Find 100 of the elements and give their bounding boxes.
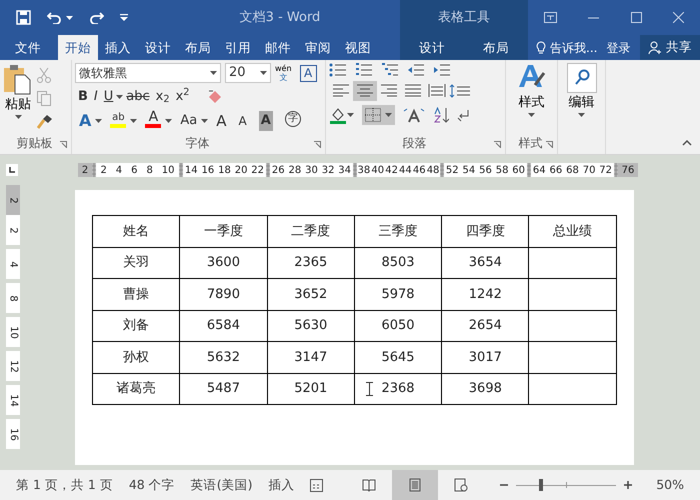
ribbon-display-icon[interactable] (544, 12, 557, 23)
decrease-indent-icon[interactable] (407, 63, 425, 77)
numbering-icon[interactable] (355, 63, 373, 77)
font-size-combo[interactable]: 20 (225, 63, 271, 83)
tab-selector[interactable] (6, 164, 18, 176)
caret-icon[interactable] (347, 113, 354, 117)
dialog-launcher-icon[interactable] (314, 141, 321, 148)
caret-icon[interactable] (130, 119, 138, 123)
character-border-button[interactable]: A (300, 64, 317, 82)
dialog-launcher-icon[interactable] (60, 141, 67, 148)
editing-button[interactable]: 编辑 (566, 63, 596, 116)
search-icon (566, 63, 596, 93)
ruler-number: 14 (6, 394, 20, 406)
ribbon-tab[interactable]: 开始 (58, 35, 98, 60)
format-button[interactable]: abc (123, 87, 153, 107)
caret-icon[interactable] (165, 119, 172, 123)
shading-icon[interactable] (329, 106, 347, 124)
font-name-combo[interactable]: 微软雅黑 (75, 63, 221, 83)
text-button[interactable]: Aa (176, 111, 202, 131)
bullets-icon[interactable] (329, 63, 347, 77)
borders-button[interactable] (362, 105, 395, 125)
ribbon-tab[interactable]: 插入 (98, 35, 138, 60)
table-cell: 孙权 (92, 342, 180, 373)
ruler-number: 68 (566, 164, 579, 178)
text-button[interactable]: A (75, 111, 96, 131)
share-button[interactable]: 共享 (640, 35, 700, 60)
customize-icon[interactable] (120, 14, 128, 21)
ruler-number: 60 (512, 164, 526, 178)
redo-icon[interactable] (89, 11, 104, 24)
page-count[interactable]: 第 1 页，共 1 页 (16, 476, 113, 494)
text-button[interactable]: A (212, 111, 231, 131)
multilevel-list-icon[interactable] (381, 63, 399, 77)
table-cell: 6584 (180, 310, 268, 342)
format-button[interactable]: x$_{2}$ (152, 87, 173, 107)
format-button[interactable]: I (90, 87, 101, 107)
tell-me-field[interactable]: 告诉我... (550, 38, 598, 56)
dialog-launcher-icon[interactable] (494, 141, 501, 148)
format-button[interactable]: U (100, 87, 116, 107)
caret-icon[interactable] (66, 16, 73, 20)
dialog-launcher-icon[interactable] (546, 141, 553, 148)
ribbon-tab[interactable]: 设计 (407, 35, 457, 60)
zoom-slider-thumb[interactable] (539, 479, 544, 491)
view-button[interactable] (392, 470, 438, 500)
caret-icon[interactable] (210, 71, 217, 75)
ribbon-tab[interactable]: 布局 (471, 35, 521, 60)
ribbon-tab[interactable]: 审阅 (298, 35, 338, 60)
file-tab[interactable]: 文件 (8, 35, 48, 60)
zoom-in-icon[interactable] (624, 481, 632, 489)
caret-icon[interactable] (201, 119, 208, 123)
format-button[interactable]: B (75, 87, 91, 107)
caret-icon[interactable] (14, 114, 22, 118)
ruler-number: 26 (272, 164, 285, 178)
alignment-icon (332, 83, 350, 98)
sign-in-link[interactable]: 登录 (606, 38, 631, 56)
styles-button[interactable]: 样式 (516, 63, 546, 116)
align-button[interactable] (353, 81, 377, 101)
clipboard-icon (3, 63, 33, 95)
ribbon-tab[interactable]: 视图 (338, 35, 378, 60)
save-icon[interactable] (16, 10, 31, 25)
ribbon-tab[interactable]: 邮件 (258, 35, 298, 60)
maximize-icon[interactable] (630, 12, 642, 23)
caret-icon[interactable] (95, 119, 102, 123)
macro-icon[interactable] (310, 478, 324, 492)
caret-icon[interactable] (528, 112, 535, 116)
asian-layout-icon[interactable] (403, 108, 425, 122)
format-button[interactable]: x$^{2}$ (172, 87, 192, 107)
paste-button[interactable]: 粘贴 (3, 63, 33, 118)
table-cell: 5630 (267, 310, 354, 342)
caret-icon[interactable] (116, 95, 124, 99)
text-button[interactable]: ab (106, 111, 130, 131)
ribbon-tab[interactable]: 布局 (178, 35, 218, 60)
increase-indent-icon[interactable] (433, 63, 451, 77)
close-icon[interactable] (673, 12, 684, 23)
page-icon (408, 478, 422, 492)
table-cell: 2365 (267, 247, 354, 278)
table-cell: 关羽 (92, 247, 180, 278)
text-button[interactable]: A (141, 111, 166, 131)
table-cell: 7890 (180, 278, 268, 310)
ruler-number: 2 (6, 196, 20, 204)
ruler-number: 40 (371, 164, 384, 178)
paragraph-mark-icon[interactable] (457, 108, 469, 122)
ribbon-tab[interactable]: 引用 (218, 35, 258, 60)
caret-icon[interactable] (578, 112, 585, 116)
undo-icon[interactable] (47, 11, 62, 24)
zoom-level[interactable]: 50% (656, 476, 684, 494)
collapse-ribbon-icon[interactable] (682, 140, 692, 146)
word-count[interactable]: 48 个字 (128, 476, 175, 494)
text-button[interactable]: A (234, 111, 251, 131)
insert-mode[interactable]: 插入 (268, 476, 294, 494)
caret-icon[interactable] (385, 113, 392, 117)
format-painter-icon[interactable] (37, 114, 53, 129)
ruler-number: 44 (399, 164, 412, 178)
caret-icon[interactable] (260, 71, 267, 75)
language-status[interactable]: 英语(美国) (190, 476, 252, 494)
phonetic-guide-button[interactable]: wén 文 (275, 64, 292, 82)
table-cell: 3654 (442, 247, 529, 278)
sort-icon[interactable] (433, 107, 449, 123)
line-spacing-icon[interactable] (449, 84, 471, 98)
table-cell: 3017 (442, 342, 529, 373)
ribbon-tab[interactable]: 设计 (138, 35, 178, 60)
